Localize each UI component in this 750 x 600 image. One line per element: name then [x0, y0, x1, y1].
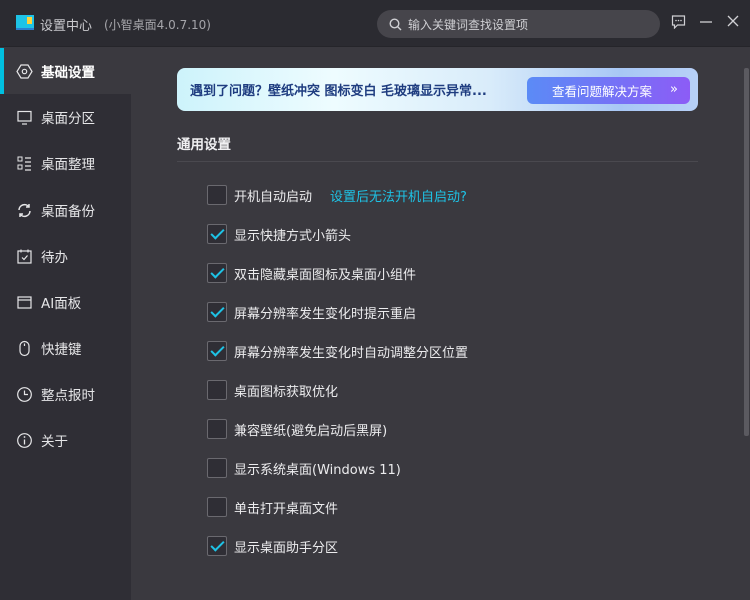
sidebar-item-todo[interactable]: 待办	[0, 233, 131, 279]
close-icon[interactable]	[724, 14, 742, 32]
sidebar-item-ai-panel[interactable]: AI面板	[0, 279, 131, 325]
feedback-icon[interactable]	[669, 14, 687, 32]
sidebar-item-shortcuts[interactable]: 快捷键	[0, 325, 131, 371]
app-title: 设置中心	[40, 19, 93, 34]
sidebar-item-label: 基础设置	[41, 65, 95, 81]
sidebar-item-label: AI面板	[41, 296, 82, 312]
sidebar-item-label: 快捷键	[41, 342, 82, 358]
info-icon	[17, 432, 32, 448]
option-row: 屏幕分辨率发生变化时自动调整分区位置	[207, 341, 468, 361]
checkbox[interactable]	[207, 263, 227, 283]
double-chevron-right-icon: »	[670, 82, 678, 97]
settings-hexagon-icon	[16, 63, 33, 79]
monitor-icon	[17, 110, 32, 125]
clock-icon	[17, 386, 32, 402]
app-version: (小智桌面4.0.7.10)	[104, 18, 211, 32]
sidebar-item-desktop-organize[interactable]: 桌面整理	[0, 140, 131, 186]
sidebar-item-label: 桌面整理	[41, 157, 95, 173]
sidebar-item-basic-settings[interactable]: 基础设置	[0, 48, 131, 94]
option-row: 兼容壁纸(避免启动后黑屏)	[207, 419, 387, 439]
checkbox[interactable]	[207, 224, 227, 244]
option-row: 屏幕分辨率发生变化时提示重启	[207, 302, 416, 322]
search-input[interactable]: 输入关键词查找设置项	[377, 10, 660, 38]
option-label: 单击打开桌面文件	[234, 501, 339, 517]
sidebar-item-label: 桌面备份	[41, 204, 95, 220]
option-label: 开机自动启动	[234, 189, 313, 205]
mouse-icon	[19, 340, 30, 356]
section-title: 通用设置	[177, 137, 231, 153]
checkbox[interactable]	[207, 536, 227, 556]
title-bar: 设置中心 (小智桌面4.0.7.10) 输入关键词查找设置项	[0, 0, 750, 47]
option-row: 显示快捷方式小箭头	[207, 224, 351, 244]
minimize-icon[interactable]	[697, 14, 715, 32]
option-row: 双击隐藏桌面图标及桌面小组件	[207, 263, 416, 283]
checkbox[interactable]	[207, 419, 227, 439]
help-banner: 遇到了问题？壁纸冲突 图标变白 毛玻璃显示异常... 查看问题解决方案 »	[177, 68, 698, 111]
divider	[177, 161, 698, 162]
option-label: 显示系统桌面(Windows 11)	[234, 462, 401, 478]
window-icon	[17, 295, 32, 309]
checkbox[interactable]	[207, 302, 227, 322]
option-label: 桌面图标获取优化	[234, 384, 339, 400]
option-row: 显示系统桌面(Windows 11)	[207, 458, 401, 478]
option-row: 桌面图标获取优化	[207, 380, 338, 400]
app-logo-icon	[16, 15, 34, 30]
sidebar-item-label: 关于	[41, 434, 68, 450]
sidebar-item-label: 整点报时	[41, 388, 95, 404]
option-row: 开机自动启动 设置后无法开机自启动?	[207, 185, 467, 205]
sync-icon	[18, 203, 31, 217]
option-row: 显示桌面助手分区	[207, 536, 338, 556]
banner-text: 遇到了问题？壁纸冲突 图标变白 毛玻璃显示异常...	[190, 84, 487, 99]
option-label: 兼容壁纸(避免启动后黑屏)	[234, 423, 388, 439]
option-label: 屏幕分辨率发生变化时自动调整分区位置	[234, 345, 469, 361]
view-solutions-button[interactable]: 查看问题解决方案 »	[527, 77, 690, 104]
sidebar: 基础设置 桌面分区 桌面整理 桌面备份 待办 AI面板 快捷键 整点报时 关于	[0, 48, 131, 600]
checkbox[interactable]	[207, 458, 227, 478]
calendar-check-icon	[17, 249, 32, 264]
checkbox[interactable]	[207, 497, 227, 517]
sidebar-item-label: 桌面分区	[41, 111, 95, 127]
sidebar-item-about[interactable]: 关于	[0, 417, 131, 463]
sidebar-item-desktop-partition[interactable]: 桌面分区	[0, 94, 131, 140]
option-label: 屏幕分辨率发生变化时提示重启	[234, 306, 417, 322]
sidebar-item-desktop-backup[interactable]: 桌面备份	[0, 187, 131, 233]
sidebar-item-label: 待办	[41, 250, 68, 266]
button-label: 查看问题解决方案	[552, 84, 653, 99]
search-placeholder: 输入关键词查找设置项	[408, 17, 529, 32]
option-label: 双击隐藏桌面图标及桌面小组件	[234, 267, 417, 283]
search-icon	[389, 17, 402, 30]
sidebar-item-hourly-chime[interactable]: 整点报时	[0, 371, 131, 417]
option-label: 显示桌面助手分区	[234, 540, 339, 556]
checkbox[interactable]	[207, 185, 227, 205]
checkbox[interactable]	[207, 380, 227, 400]
checkbox[interactable]	[207, 341, 227, 361]
option-label: 显示快捷方式小箭头	[234, 228, 352, 244]
list-icon	[17, 156, 31, 171]
help-link[interactable]: 设置后无法开机自启动?	[330, 186, 467, 205]
option-row: 单击打开桌面文件	[207, 497, 338, 517]
scrollbar[interactable]	[744, 68, 749, 436]
